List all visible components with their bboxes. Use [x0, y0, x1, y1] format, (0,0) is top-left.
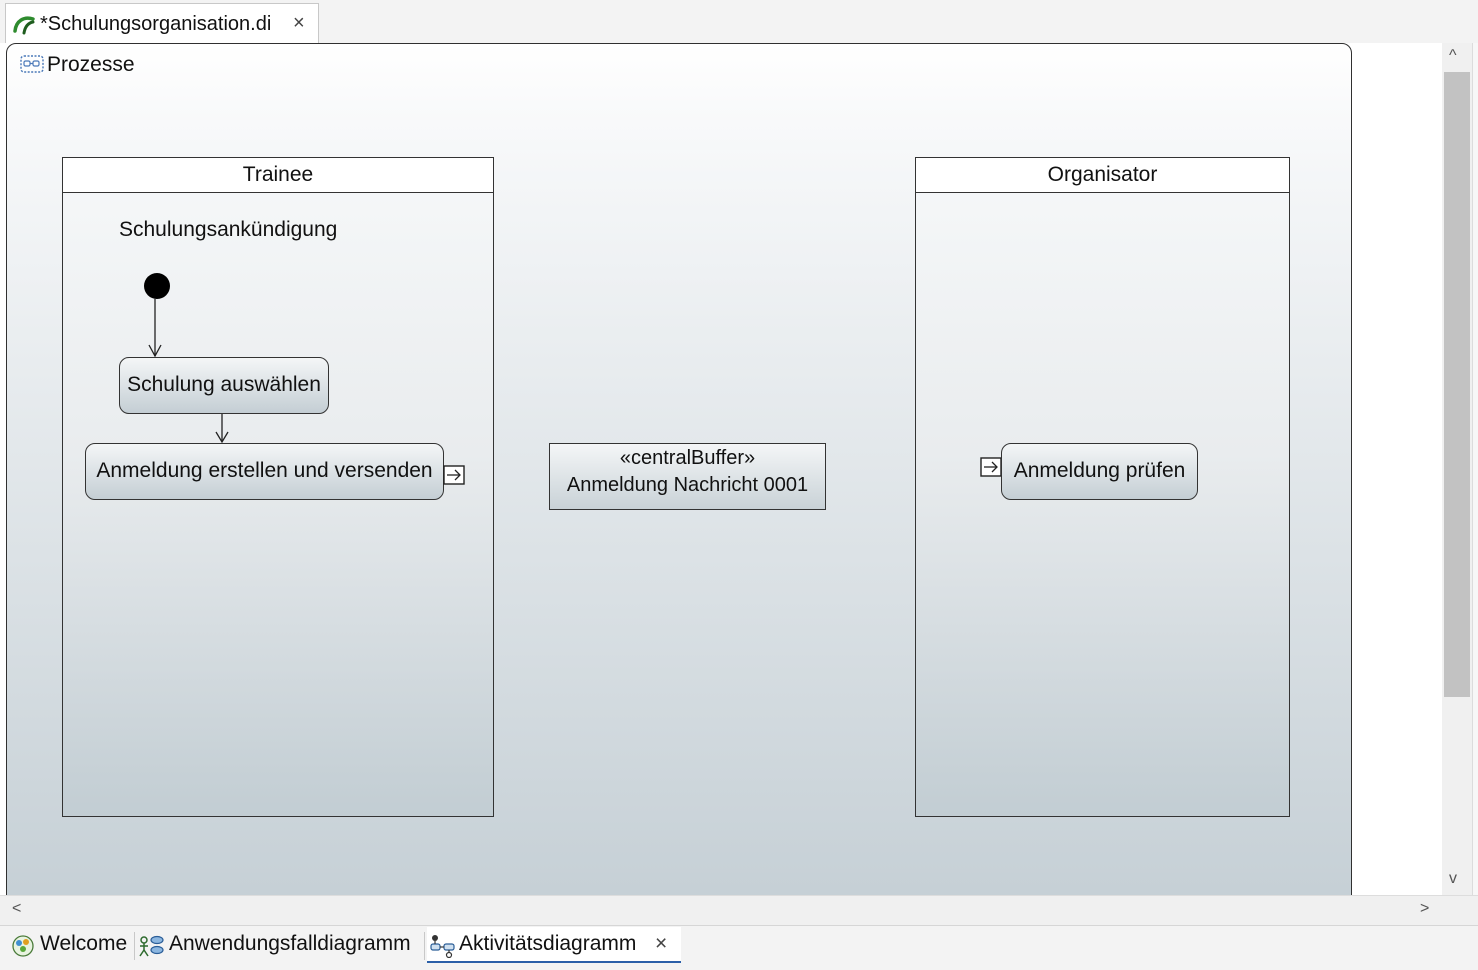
horizontal-scrollbar[interactable] [0, 895, 1478, 926]
tab-anwendungsfalldiagramm[interactable]: Anwendungsfalldiagramm [137, 927, 423, 963]
welcome-icon [11, 934, 35, 964]
close-icon[interactable]: × [655, 932, 667, 956]
buffer-name: Anmeldung Nachricht 0001 [566, 474, 809, 496]
papyrus-model-icon [12, 13, 36, 40]
action-anmeldung-erstellen[interactable]: Anmeldung erstellen und versenden [85, 443, 444, 500]
tab-label: Anwendungsfalldiagramm [169, 932, 411, 955]
input-pin-icon[interactable] [980, 457, 1002, 482]
action-anmeldung-pruefen[interactable]: Anmeldung prüfen [1001, 443, 1198, 500]
tab-label: Welcome [40, 932, 128, 955]
initial-node [144, 273, 170, 299]
output-pin-icon[interactable] [443, 465, 465, 490]
tab-separator [134, 932, 135, 960]
diagram-canvas[interactable]: Prozesse Trainee Organisator Schulungsan… [0, 43, 1442, 895]
buffer-stereotype: «centralBuffer» [619, 447, 756, 469]
editor-tab-label: *Schulungsorganisation.di [40, 13, 272, 35]
scroll-down-icon[interactable]: v [1449, 870, 1457, 888]
right-gutter [1472, 43, 1478, 895]
scroll-right-icon[interactable]: > [1420, 900, 1429, 918]
scroll-left-icon[interactable]: < [12, 900, 21, 918]
tab-aktivitaetsdiagramm[interactable]: Aktivitätsdiagramm × [427, 927, 681, 963]
action-schulung-auswaehlen[interactable]: Schulung auswählen [119, 357, 329, 414]
activity-diagram-icon [430, 934, 456, 964]
tab-welcome[interactable]: Welcome [8, 927, 134, 963]
editor-tab-schulungsorganisation[interactable]: *Schulungsorganisation.di × [5, 3, 319, 43]
use-case-diagram-icon [139, 934, 165, 964]
tab-label: Aktivitätsdiagramm [459, 932, 637, 955]
close-icon[interactable]: × [293, 12, 305, 35]
vertical-scroll-thumb[interactable] [1444, 72, 1470, 697]
central-buffer-node[interactable]: «centralBuffer» Anmeldung Nachricht 0001 [549, 443, 826, 510]
scroll-up-icon[interactable]: ^ [1449, 47, 1457, 65]
tab-separator [424, 932, 425, 960]
